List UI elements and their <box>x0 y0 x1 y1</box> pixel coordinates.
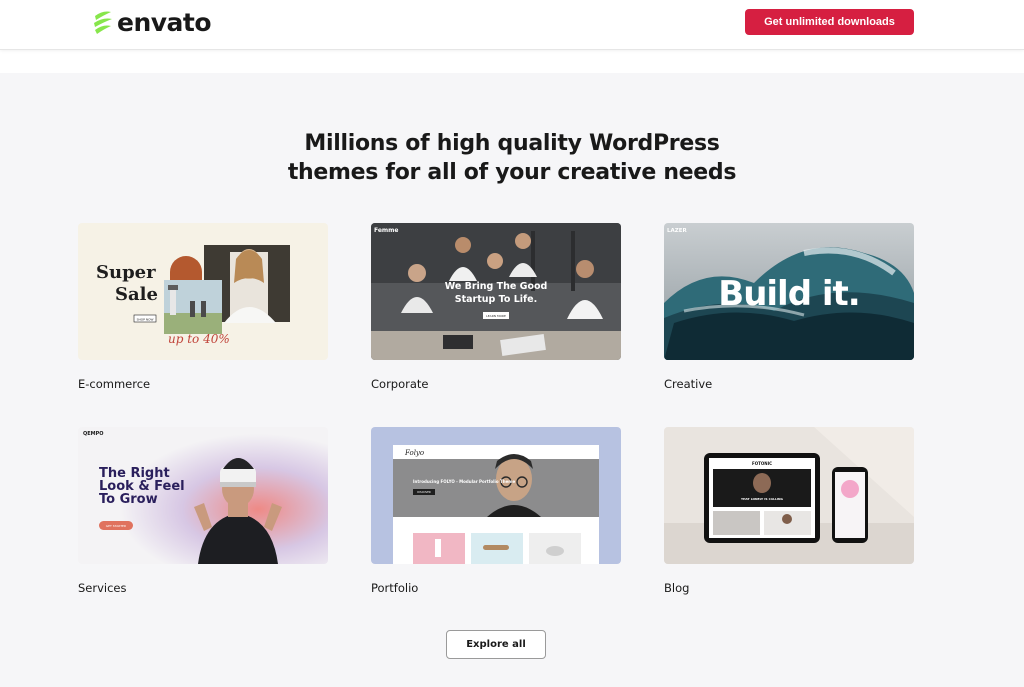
category-card-services[interactable]: QEMPO The Right Look & Feel To Grow GET … <box>78 427 328 595</box>
category-label-creative: Creative <box>664 377 713 391</box>
category-label-ecommerce: E-commerce <box>78 377 151 391</box>
category-card-ecommerce[interactable]: Super Sale SHOP NOW up to 40% E-commerce <box>78 223 328 391</box>
category-label-blog: Blog <box>664 581 690 595</box>
corporate-preview-learn-more: LEARN MORE <box>486 314 506 318</box>
corporate-preview-image: Femme We Bring The Good Startup To Life.… <box>371 223 621 360</box>
explore-all-button[interactable]: Explore all <box>446 630 546 659</box>
portfolio-preview-brand: Folyo <box>404 449 424 457</box>
category-label-corporate: Corporate <box>371 377 429 391</box>
blog-preview-brand: FOTONIC <box>752 461 772 466</box>
logo-wordmark: envato <box>117 7 212 37</box>
site-header: envato Get unlimited downloads <box>0 0 1024 50</box>
category-card-corporate[interactable]: Femme We Bring The Good Startup To Life.… <box>371 223 621 391</box>
creative-preview-image: LAZER Build it. <box>664 223 914 360</box>
ecommerce-preview-shop-now: SHOP NOW <box>137 317 154 321</box>
ecommerce-preview-promo: up to 40% <box>168 332 230 346</box>
creative-preview-headline: Build it. <box>718 274 859 314</box>
ecommerce-preview-sale: Sale <box>115 284 158 305</box>
corporate-preview-line1: We Bring The Good <box>445 281 548 292</box>
services-preview-image: QEMPO The Right Look & Feel To Grow GET … <box>78 427 328 564</box>
themes-section: Millions of high quality WordPress theme… <box>0 73 1024 687</box>
services-preview-get-started: GET STARTED <box>106 524 127 528</box>
headline-line-1: Millions of high quality WordPress <box>304 131 720 156</box>
category-card-blog[interactable]: FOTONIC THAT LONELY IS CALLING Blog <box>664 427 914 595</box>
get-unlimited-downloads-button[interactable]: Get unlimited downloads <box>745 9 914 35</box>
portfolio-preview-discover: DISCOVER <box>417 490 431 494</box>
ecommerce-preview-image: Super Sale SHOP NOW up to 40% <box>78 223 328 360</box>
blog-preview-headline: THAT LONELY IS CALLING <box>741 497 784 501</box>
headline-line-2: themes for all of your creative needs <box>287 160 737 185</box>
envato-logo[interactable]: envato <box>92 6 212 38</box>
category-label-portfolio: Portfolio <box>371 581 419 595</box>
category-card-portfolio[interactable]: Folyo Introducing FOLYO - Modular Portfo… <box>371 427 621 595</box>
creative-preview-brand: LAZER <box>667 228 688 234</box>
services-preview-brand: QEMPO <box>83 431 104 437</box>
section-headline: Millions of high quality WordPress theme… <box>0 129 1024 187</box>
corporate-preview-line2: Startup To Life. <box>455 294 537 305</box>
corporate-preview-brand: Femme <box>374 227 399 234</box>
portfolio-preview-headline: Introducing FOLYO - Modular Portfolio Th… <box>413 479 515 484</box>
category-card-creative[interactable]: LAZER Build it. Creative <box>664 223 914 391</box>
ecommerce-preview-super: Super <box>96 262 156 283</box>
category-label-services: Services <box>78 581 127 595</box>
services-preview-line3: To Grow <box>99 492 158 507</box>
envato-leaf-icon <box>94 11 112 34</box>
portfolio-preview-image: Folyo Introducing FOLYO - Modular Portfo… <box>371 427 621 564</box>
blog-preview-image: FOTONIC THAT LONELY IS CALLING <box>664 427 914 564</box>
